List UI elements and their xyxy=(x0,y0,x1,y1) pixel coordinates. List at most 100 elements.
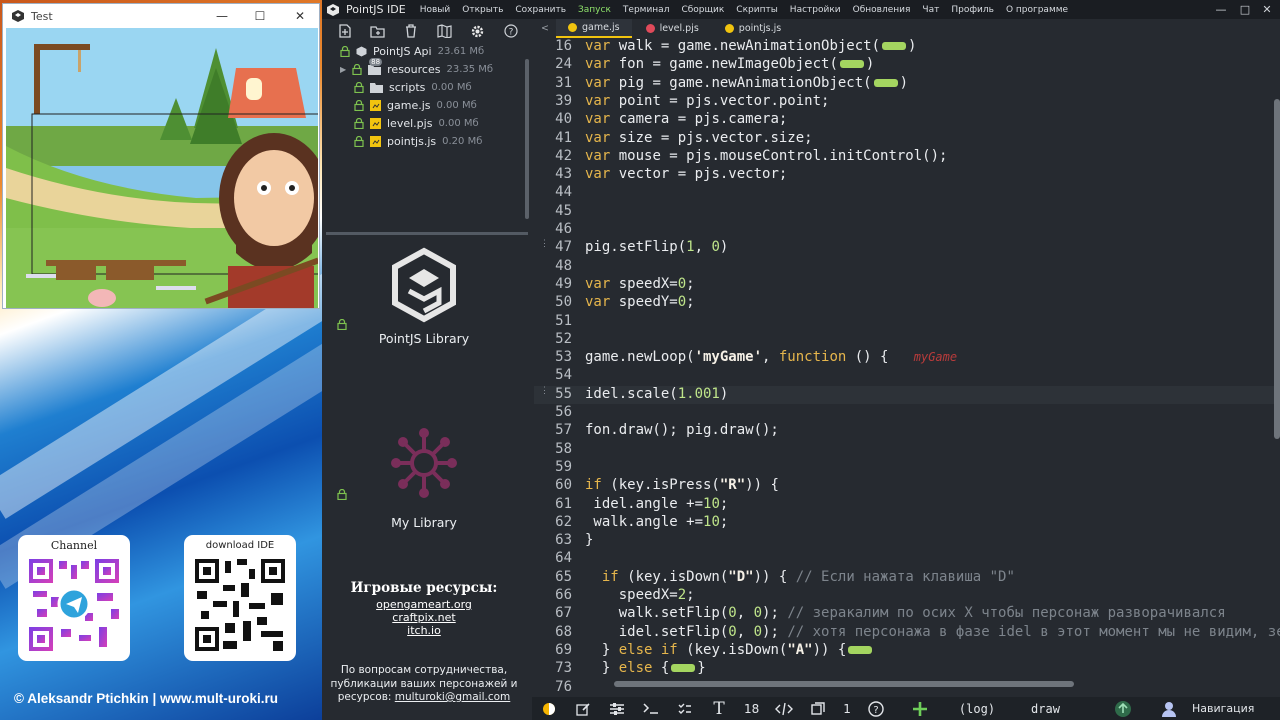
help-button[interactable]: ? xyxy=(859,698,893,720)
contact-email-link[interactable]: multuroki@gmail.com xyxy=(395,691,511,703)
menu-open[interactable]: Открыть xyxy=(462,5,503,15)
code-text[interactable]: if (key.isDown("D")) { // Если нажата кл… xyxy=(585,569,1015,585)
code-text[interactable]: var point = pjs.vector.point; xyxy=(585,93,829,109)
code-line[interactable]: 52 xyxy=(534,331,1274,349)
code-text[interactable]: var fon = game.newImageObject() xyxy=(585,56,874,72)
code-line[interactable]: 66 speedX=2; xyxy=(534,587,1274,605)
code-line[interactable]: 56 xyxy=(534,404,1274,422)
run-status-button[interactable] xyxy=(1106,698,1140,720)
code-line[interactable]: 40 var camera = pjs.camera; xyxy=(534,111,1274,129)
sidebar-scrollbar[interactable] xyxy=(525,59,529,219)
help-button[interactable]: ? xyxy=(499,21,524,41)
code-line[interactable]: 64 xyxy=(534,550,1274,568)
code-line[interactable]: 59 xyxy=(534,459,1274,477)
code-line[interactable]: 69 } else if (key.isDown("A")) { xyxy=(534,642,1274,660)
code-line[interactable]: 62 walk.angle +=10; xyxy=(534,514,1274,532)
code-line[interactable]: 57 fon.draw(); pig.draw(); xyxy=(534,422,1274,440)
code-line[interactable]: 42 var mouse = pjs.mouseControl.initContr… xyxy=(534,148,1274,166)
code-text[interactable]: pig.setFlip(1, 0) xyxy=(585,239,728,255)
menu-settings[interactable]: Настройки xyxy=(790,5,841,15)
tab-pointjs-js[interactable]: pointjs.js xyxy=(713,19,793,38)
new-folder-button[interactable] xyxy=(365,21,390,41)
code-line[interactable]: 46 xyxy=(534,221,1274,239)
code-text[interactable]: if (key.isPress("R")) { xyxy=(585,477,779,493)
code-line[interactable]: 54 xyxy=(534,367,1274,385)
tree-item-resources[interactable]: ▶ 88 resources 23.35 Мб xyxy=(340,58,493,78)
code-line[interactable]: 51 xyxy=(534,313,1274,331)
menu-about[interactable]: О программе xyxy=(1006,5,1068,15)
windows-button[interactable] xyxy=(801,698,835,720)
collapsed-block-icon[interactable] xyxy=(882,42,907,50)
close-button[interactable]: ✕ xyxy=(281,4,319,28)
code-line[interactable]: 48 xyxy=(534,258,1274,276)
code-line[interactable]: 58 xyxy=(534,441,1274,459)
channel-qr-card[interactable]: Channel xyxy=(18,535,130,661)
code-text[interactable]: var size = pjs.vector.size; xyxy=(585,130,813,146)
code-view-button[interactable] xyxy=(767,698,801,720)
code-text[interactable]: idel.scale(1.001) xyxy=(585,386,728,402)
code-text[interactable]: walk.angle +=10; xyxy=(585,514,728,530)
code-text[interactable]: var pig = game.newAnimationObject() xyxy=(585,75,908,91)
tree-item-pointjs-js[interactable]: pointjs.js 0.20 Мб xyxy=(354,133,482,150)
code-text[interactable]: var vector = pjs.vector; xyxy=(585,166,787,182)
navigation-label[interactable]: Навигация xyxy=(1192,702,1254,715)
code-line[interactable]: 73 } else {} xyxy=(534,660,1274,678)
code-text[interactable]: } xyxy=(585,532,593,548)
expand-arrow-icon[interactable]: ▶ xyxy=(340,65,346,74)
tree-item-level-pjs[interactable]: level.pjs 0.00 Мб xyxy=(354,115,479,132)
code-line[interactable]: 65 if (key.isDown("D")) { // Если нажата… xyxy=(534,569,1274,587)
menu-terminal[interactable]: Терминал xyxy=(623,5,670,15)
ide-window[interactable]: PointJS IDE Новый Открыть Сохранить Запу… xyxy=(322,0,1280,720)
delete-button[interactable] xyxy=(399,21,424,41)
code-text[interactable]: idel.angle +=10; xyxy=(585,496,728,512)
code-text[interactable]: game.newLoop('myGame', function () { myG… xyxy=(585,349,957,365)
collapsed-block-icon[interactable] xyxy=(839,60,864,69)
code-line[interactable]: 63} xyxy=(534,532,1274,550)
code-text[interactable]: idel.setFlip(0, 0); // хотя персонажа в … xyxy=(585,624,1280,640)
code-text[interactable]: fon.draw(); pig.draw(); xyxy=(585,422,779,438)
menu-chat[interactable]: Чат xyxy=(922,5,939,15)
code-line[interactable]: 24 var fon = game.newImageObject() xyxy=(534,56,1274,74)
code-line[interactable]: ⋮ 55 idel.scale(1.001) xyxy=(534,385,1274,404)
collapsed-block-icon[interactable] xyxy=(671,664,696,673)
code-line[interactable]: 53 game.newLoop('myGame', function () { m… xyxy=(534,349,1274,367)
collapsed-block-icon[interactable] xyxy=(873,78,898,87)
link-craftpix[interactable]: craftpix.net xyxy=(322,611,526,624)
sidebar-splitter[interactable] xyxy=(326,232,528,235)
library-button[interactable] xyxy=(432,21,457,41)
download-qr-card[interactable]: download IDE xyxy=(184,535,296,661)
code-line[interactable]: ⋮ 47 pig.setFlip(1, 0) xyxy=(534,239,1274,257)
code-line[interactable]: 41 var size = pjs.vector.size; xyxy=(534,130,1274,148)
code-text[interactable]: var speedX=0; xyxy=(585,276,695,292)
code-line[interactable]: 45 xyxy=(534,203,1274,221)
code-line[interactable]: 60 if (key.isPress("R")) { xyxy=(534,477,1274,495)
menu-builder[interactable]: Сборщик xyxy=(681,5,724,15)
game-canvas[interactable] xyxy=(6,28,318,308)
code-line[interactable]: 61 idel.angle +=10; xyxy=(534,496,1274,514)
code-text[interactable]: var walk = game.newAnimationObject() xyxy=(585,38,916,54)
editor-horizontal-scrollbar[interactable] xyxy=(614,681,1074,687)
code-line[interactable]: 39 var point = pjs.vector.point; xyxy=(534,93,1274,111)
menu-profile[interactable]: Профиль xyxy=(951,5,994,15)
code-line[interactable]: 31 var pig = game.newAnimationObject() xyxy=(534,75,1274,93)
menu-run[interactable]: Запуск xyxy=(578,5,611,15)
code-line[interactable]: 43 var vector = pjs.vector; xyxy=(534,166,1274,184)
edit-button[interactable] xyxy=(566,698,600,720)
code-line[interactable]: 50 var speedY=0; xyxy=(534,294,1274,312)
theme-toggle-button[interactable] xyxy=(532,698,566,720)
code-line[interactable]: 49 var speedX=0; xyxy=(534,276,1274,294)
game-titlebar[interactable]: Test — ☐ ✕ xyxy=(3,4,319,28)
code-text[interactable]: } else if (key.isDown("A")) { xyxy=(585,642,874,658)
maximize-button[interactable]: ☐ xyxy=(241,4,279,28)
game-window[interactable]: Test — ☐ ✕ xyxy=(2,3,320,309)
code-text[interactable]: var mouse = pjs.mouseControl.initControl… xyxy=(585,148,947,164)
code-line[interactable]: 68 idel.setFlip(0, 0); // хотя персонажа… xyxy=(534,624,1280,642)
menu-new[interactable]: Новый xyxy=(420,5,451,15)
add-button[interactable] xyxy=(903,698,937,720)
code-line[interactable]: 67 walk.setFlip(0, 0); // зеракалим по о… xyxy=(534,605,1274,623)
user-button[interactable] xyxy=(1152,698,1186,720)
code-line[interactable]: 44 xyxy=(534,184,1274,202)
tree-item-scripts[interactable]: scripts 0.00 Мб xyxy=(354,79,472,96)
tree-item-game-js[interactable]: game.js 0.00 Мб xyxy=(354,97,477,114)
link-itch[interactable]: itch.io xyxy=(322,624,526,637)
